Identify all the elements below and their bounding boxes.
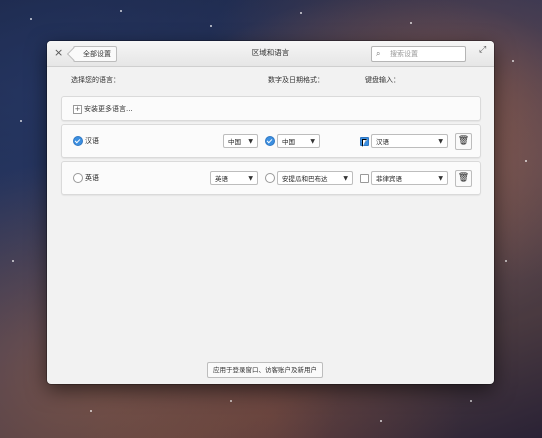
install-more-label: 安装更多语言... [84,105,133,113]
maximize-icon[interactable]: ⤢ [479,45,486,55]
chevron-down-icon: ▼ [248,175,253,182]
language-row: 英语 英语 ▼ 安提瓜和巴布达 ▼ 菲律宾语 ▼ 🗑 [61,161,481,195]
region-select[interactable]: 中国 ▼ [223,134,258,148]
chevron-down-icon: ▼ [310,138,315,145]
input-method-select[interactable]: 菲律宾语 ▼ [371,171,448,185]
format-value: 安提瓜和巴布达 [282,175,328,183]
language-radio[interactable] [73,173,83,183]
titlebar: × 全部设置 区域和语言 ⌕ 搜索设置 ⤢ [47,41,494,67]
remove-language-button[interactable]: 🗑 [455,133,472,150]
chevron-down-icon: ▼ [248,138,253,145]
remove-language-button[interactable]: 🗑 [455,170,472,187]
region-value: 英语 [215,175,228,183]
mouse-cursor [362,139,367,147]
language-row: 汉语 中国 ▼ 中国 ▼ 汉语 ▼ 🗑 [61,124,481,158]
formats-column-label: 数字及日期格式： [268,76,324,84]
chevron-down-icon: ▼ [438,138,443,145]
chevron-down-icon: ▼ [343,175,348,182]
language-column-label: 选择您的语言： [71,76,120,84]
region-value: 中国 [228,138,241,146]
apply-system-wide-button[interactable]: 应用于登录窗口、访客账户及新用户 [207,362,323,378]
settings-window: × 全部设置 区域和语言 ⌕ 搜索设置 ⤢ 选择您的语言： 数字及日期格式： 键… [47,41,494,384]
search-input[interactable]: ⌕ 搜索设置 [371,46,466,62]
input-checkbox[interactable] [360,174,369,183]
install-more-languages[interactable]: + 安装更多语言... [61,96,481,121]
input-method-value: 菲律宾语 [376,175,402,183]
format-radio[interactable] [265,136,275,146]
input-method-select[interactable]: 汉语 ▼ [371,134,448,148]
format-select[interactable]: 中国 ▼ [277,134,320,148]
language-name: 汉语 [85,137,99,145]
trash-icon: 🗑 [457,173,470,183]
search-placeholder: 搜索设置 [390,50,418,58]
input-method-value: 汉语 [376,138,389,146]
trash-icon: 🗑 [457,136,470,146]
language-radio[interactable] [73,136,83,146]
format-value: 中国 [282,138,295,146]
add-icon: + [73,105,82,114]
format-select[interactable]: 安提瓜和巴布达 ▼ [277,171,353,185]
input-column-label: 键盘输入： [365,76,400,84]
region-select[interactable]: 英语 ▼ [210,171,258,185]
chevron-down-icon: ▼ [438,175,443,182]
search-icon: ⌕ [376,49,381,58]
language-name: 英语 [85,174,99,182]
format-radio[interactable] [265,173,275,183]
